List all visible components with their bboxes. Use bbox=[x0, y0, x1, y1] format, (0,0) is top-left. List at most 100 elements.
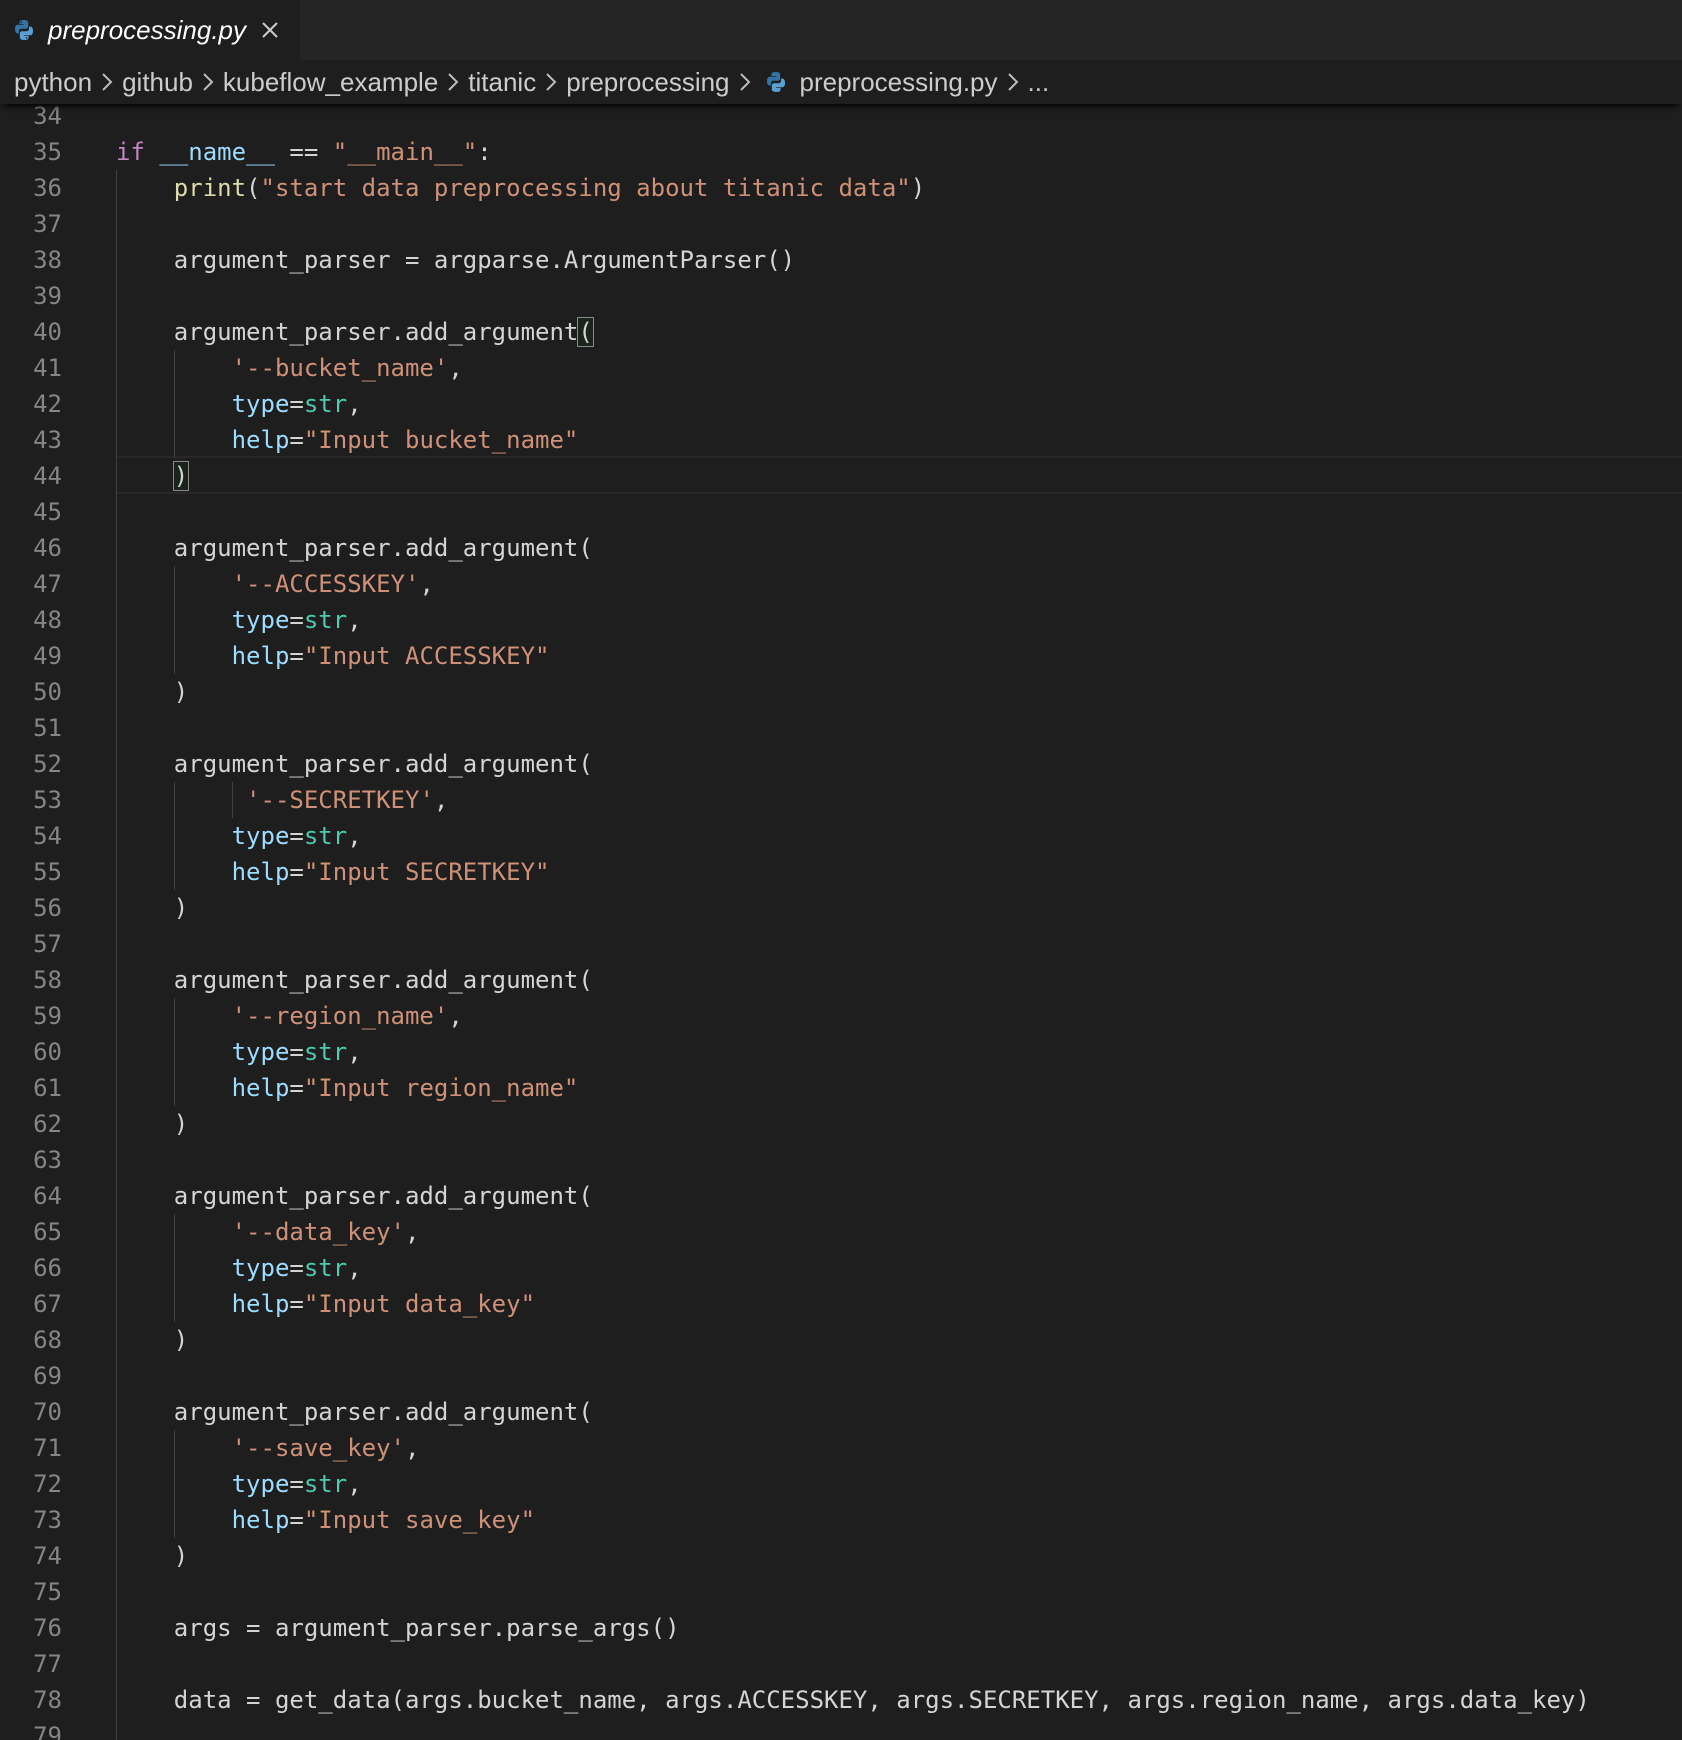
code-editor[interactable]: 34 35 if __name__ == "__main__": 36 print("… bbox=[0, 104, 1682, 1740]
code-text: '--bucket_name', bbox=[116, 350, 463, 386]
code-line: 61 help="Input region_name" bbox=[0, 1070, 1682, 1106]
code-token: , bbox=[448, 1002, 463, 1030]
breadcrumb-item[interactable]: preprocessing bbox=[566, 67, 729, 98]
code-line: 58 argument_parser.add_argument( bbox=[0, 962, 1682, 998]
breadcrumb-item[interactable]: kubeflow_example bbox=[223, 67, 438, 98]
code-token: str bbox=[303, 1254, 348, 1282]
line-number: 62 bbox=[33, 1110, 62, 1138]
code-token: , bbox=[404, 1218, 420, 1246]
code-token: help bbox=[231, 1506, 290, 1534]
code-text: argument_parser.add_argument( bbox=[116, 1178, 593, 1214]
code-line: 49 help="Input ACCESSKEY" bbox=[0, 638, 1682, 674]
code-token: '--data_key' bbox=[231, 1218, 405, 1246]
close-icon[interactable] bbox=[258, 18, 282, 42]
line-number: 48 bbox=[33, 606, 62, 634]
code-token: , bbox=[347, 822, 362, 850]
code-token: '--save_key' bbox=[231, 1434, 405, 1462]
code-token: ( bbox=[246, 174, 261, 202]
code-text: ) bbox=[116, 1106, 188, 1142]
line-number: 73 bbox=[33, 1506, 62, 1534]
code-token: = bbox=[289, 858, 304, 886]
code-text: if __name__ == "__main__": bbox=[116, 134, 492, 170]
line-number: 71 bbox=[33, 1434, 62, 1462]
line-number: 78 bbox=[33, 1686, 62, 1714]
code-token: "Input bucket_name" bbox=[303, 426, 579, 454]
code-token: argument_parser.add_argument bbox=[116, 318, 579, 346]
breadcrumb-item[interactable]: github bbox=[122, 67, 193, 98]
code-line: 78 data = get_data(args.bucket_name, arg… bbox=[0, 1682, 1682, 1718]
breadcrumb-item[interactable]: python bbox=[14, 67, 92, 98]
chevron-right-icon bbox=[544, 71, 558, 93]
code-line: 76 args = argument_parser.parse_args() bbox=[0, 1610, 1682, 1646]
code-token: argument_parser.add_argument( bbox=[116, 966, 593, 994]
code-line: 41 '--bucket_name', bbox=[0, 350, 1682, 386]
code-token: = bbox=[289, 1506, 304, 1534]
tab-preprocessing-py[interactable]: preprocessing.py bbox=[0, 0, 300, 60]
code-text: ) bbox=[116, 458, 190, 494]
code-token: , bbox=[347, 1038, 362, 1066]
code-line: 43 help="Input bucket_name" bbox=[0, 422, 1682, 458]
breadcrumb: python github kubeflow_example titanic prepr… bbox=[0, 60, 1682, 104]
code-line: 68 ) bbox=[0, 1322, 1682, 1358]
code-text: argument_parser = argparse.ArgumentParse… bbox=[116, 242, 795, 278]
code-token: str bbox=[303, 1038, 348, 1066]
line-number: 47 bbox=[33, 570, 62, 598]
code-line: 70 argument_parser.add_argument( bbox=[0, 1394, 1682, 1430]
code-token: = bbox=[289, 390, 304, 418]
code-line: 52 argument_parser.add_argument( bbox=[0, 746, 1682, 782]
code-line: 67 help="Input data_key" bbox=[0, 1286, 1682, 1322]
code-token: type bbox=[231, 822, 290, 850]
code-text: type=str, bbox=[116, 818, 362, 854]
code-line: 40 argument_parser.add_argument( bbox=[0, 314, 1682, 350]
line-number: 64 bbox=[33, 1182, 62, 1210]
code-text: help="Input ACCESSKEY" bbox=[116, 638, 550, 674]
code-line: 51 bbox=[0, 710, 1682, 746]
code-text: argument_parser.add_argument( bbox=[116, 1394, 593, 1430]
code-token: str bbox=[303, 390, 348, 418]
code-text: type=str, bbox=[116, 602, 362, 638]
code-token: type bbox=[231, 1038, 290, 1066]
code-text: argument_parser.add_argument( bbox=[116, 530, 593, 566]
code-token: = bbox=[289, 606, 304, 634]
code-line: 57 bbox=[0, 926, 1682, 962]
code-token: argument_parser.add_argument( bbox=[116, 534, 593, 562]
line-number: 53 bbox=[33, 786, 62, 814]
code-line: 35 if __name__ == "__main__": bbox=[0, 134, 1682, 170]
code-token: data = get_data(args.bucket_name, args.A… bbox=[116, 1686, 1590, 1714]
indent-guide bbox=[173, 1430, 175, 1538]
code-token: argument_parser.add_argument( bbox=[116, 1182, 593, 1210]
line-number: 51 bbox=[33, 714, 62, 742]
code-line: 50 ) bbox=[0, 674, 1682, 710]
code-line: 47 '--ACCESSKEY', bbox=[0, 566, 1682, 602]
tab-label: preprocessing.py bbox=[48, 14, 246, 45]
code-line: 54 type=str, bbox=[0, 818, 1682, 854]
code-token: == bbox=[274, 138, 333, 166]
code-token: ) bbox=[116, 1326, 189, 1354]
breadcrumb-item[interactable]: ... bbox=[1028, 67, 1050, 98]
code-token: ) bbox=[116, 894, 189, 922]
code-line: 45 bbox=[0, 494, 1682, 530]
line-number: 50 bbox=[33, 678, 62, 706]
breadcrumb-item[interactable]: preprocessing.py bbox=[800, 67, 998, 98]
code-token: , bbox=[347, 1470, 362, 1498]
code-text: help="Input data_key" bbox=[116, 1286, 535, 1322]
code-token: = bbox=[289, 426, 304, 454]
line-number: 61 bbox=[33, 1074, 62, 1102]
code-token: ) bbox=[910, 174, 926, 202]
code-line: 66 type=str, bbox=[0, 1250, 1682, 1286]
line-number: 56 bbox=[33, 894, 62, 922]
code-token: "Input SECRETKEY" bbox=[303, 858, 550, 886]
code-token: "__main__" bbox=[332, 138, 478, 166]
code-token: '--ACCESSKEY' bbox=[231, 570, 420, 598]
line-number: 37 bbox=[33, 210, 62, 238]
code-token: , bbox=[404, 1434, 420, 1462]
code-text: ) bbox=[116, 674, 188, 710]
code-text: '--region_name', bbox=[116, 998, 463, 1034]
code-line: 63 bbox=[0, 1142, 1682, 1178]
matched-bracket: ( bbox=[577, 317, 594, 347]
breadcrumb-item[interactable]: titanic bbox=[468, 67, 536, 98]
code-line: 55 help="Input SECRETKEY" bbox=[0, 854, 1682, 890]
chevron-right-icon bbox=[446, 71, 460, 93]
